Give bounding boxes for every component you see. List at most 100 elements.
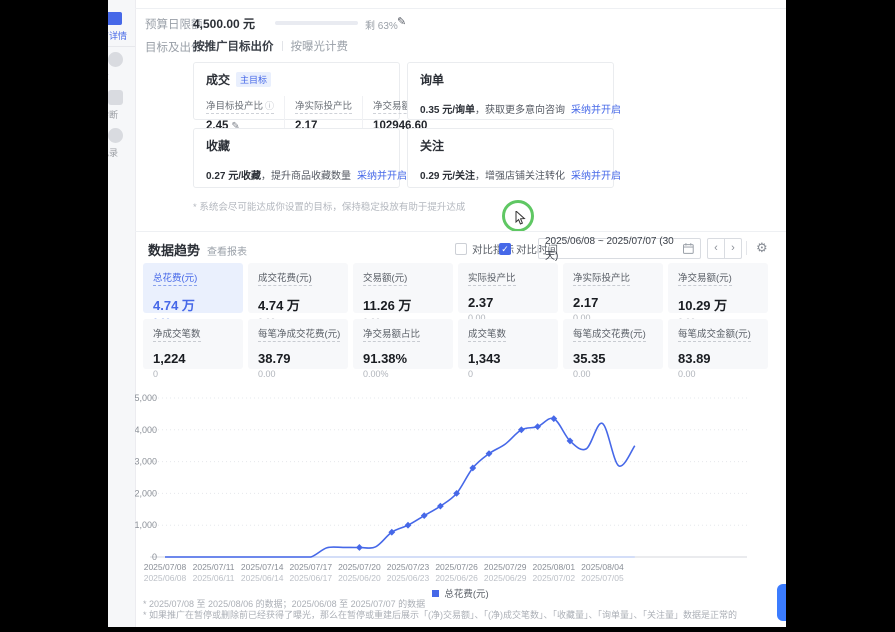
click-indicator xyxy=(502,200,534,232)
view-report-link[interactable]: 查看报表 xyxy=(207,243,247,258)
metric-card-label: 总花费(元) xyxy=(153,270,197,286)
adopt-enable-link[interactable]: 采纳并开启 xyxy=(571,105,621,116)
data-point-marker xyxy=(421,512,428,519)
metric-card-label: 交易额(元) xyxy=(363,270,407,286)
target-card-header: 成交主目标 xyxy=(206,71,387,89)
target-card-1[interactable]: 成交主目标净目标投产比ⓘ2.45✎净实际投产比2.17净交易额(元)102946… xyxy=(193,62,400,120)
metric-card-value: 38.79 xyxy=(258,351,338,366)
target-card-2[interactable]: 询单0.35 元/询单，获取更多意向咨询采纳并开启 xyxy=(407,62,614,120)
target-card-desc: 0.27 元/收藏，提升商品收藏数量采纳并开启 xyxy=(206,167,387,182)
target-card-title: 关注 xyxy=(420,137,444,154)
x-tick-label: 2025/07/17 xyxy=(290,562,333,572)
x-tick-label-secondary: 2025/06/29 xyxy=(484,573,527,583)
x-tick-label: 2025/07/26 xyxy=(435,562,478,572)
target-card-title: 询单 xyxy=(420,71,444,88)
metric-card-6[interactable]: 净交易额(元)10.29 万0.00 xyxy=(668,263,768,313)
y-tick-label: 3,000 xyxy=(135,457,157,467)
campaign-active-icon[interactable] xyxy=(108,12,122,25)
data-point-marker xyxy=(534,423,541,430)
data-point-marker xyxy=(405,522,412,529)
metric-card-7[interactable]: 净成交笔数1,2240 xyxy=(143,319,243,369)
x-tick-label: 2025/07/23 xyxy=(387,562,430,572)
diagnose-icon xyxy=(108,90,123,105)
prev-period-button[interactable]: ‹ xyxy=(707,238,725,259)
metric-card-label: 净实际投产比 xyxy=(573,270,630,286)
metric-card-compare-value: 0.00 xyxy=(678,369,758,379)
metric-card-10[interactable]: 成交笔数1,3430 xyxy=(458,319,558,369)
sidebar: 广详情 意诊断记录 xyxy=(108,0,136,627)
y-tick-label: 1,000 xyxy=(135,520,157,530)
metric-card-value: 2.37 xyxy=(468,295,548,310)
date-range-picker[interactable]: 2025/06/08 ~ 2025/07/07 (30天) xyxy=(538,238,701,259)
target-metrics: 净目标投产比ⓘ2.45✎净实际投产比2.17净交易额(元)102946.60 xyxy=(206,96,387,132)
trend-chart: 01,0002,0003,0004,0005,0002025/07/082025… xyxy=(135,388,786,588)
metric-card-3[interactable]: 交易额(元)11.26 万0.00 xyxy=(353,263,453,313)
adopt-enable-link[interactable]: 采纳并开启 xyxy=(571,171,621,182)
compare-time-checkbox[interactable]: ✓ xyxy=(499,243,511,255)
info-icon[interactable]: ⓘ xyxy=(265,101,274,111)
x-tick-label: 2025/07/29 xyxy=(484,562,527,572)
target-card-4[interactable]: 关注0.29 元/关注，增强店铺关注转化采纳并开启 xyxy=(407,128,614,188)
metric-card-label: 实际投产比 xyxy=(468,270,516,286)
x-tick-label-secondary: 2025/06/08 xyxy=(144,573,187,583)
floating-side-button[interactable] xyxy=(777,584,786,621)
adopt-enable-link[interactable]: 采纳并开启 xyxy=(357,171,407,182)
goal-option-1[interactable]: 按推广目标出价 xyxy=(193,38,274,54)
metric-card-4[interactable]: 实际投产比2.370.00 xyxy=(458,263,558,313)
x-tick-label-secondary: 2025/07/05 xyxy=(581,573,624,583)
metric-card-12[interactable]: 每笔成交金额(元)83.890.00 xyxy=(668,319,768,369)
target-card-price: 0.29 元/关注 xyxy=(420,171,475,182)
history-icon xyxy=(108,128,123,143)
metric-card-value: 11.26 万 xyxy=(363,295,443,314)
sidebar-item-3[interactable]: 记录 xyxy=(108,128,136,159)
metric-card-1[interactable]: 总花费(元)4.74 万0.00 xyxy=(143,263,243,313)
metric-card-5[interactable]: 净实际投产比2.170.00 xyxy=(563,263,663,313)
y-tick-label: 2,000 xyxy=(135,488,157,498)
sidebar-item-label: 记录 xyxy=(108,146,136,159)
x-tick-label: 2025/07/14 xyxy=(241,562,284,572)
metric-card-value: 91.38% xyxy=(363,351,443,366)
sidebar-item-1[interactable]: 意 xyxy=(108,52,136,83)
metric-card-label: 净交易额(元) xyxy=(678,270,732,286)
y-tick-label: 4,000 xyxy=(135,425,157,435)
metric-card-11[interactable]: 每笔成交花费(元)35.350.00 xyxy=(563,319,663,369)
sidebar-item-2[interactable]: 诊断 xyxy=(108,90,136,121)
calendar-icon xyxy=(683,243,694,254)
footnote-2: * 如果推广在暂停或删除前已经获得了曝光，那么在暂停或重建后展示「(净)交易额」… xyxy=(143,608,737,621)
x-tick-label: 2025/08/01 xyxy=(533,562,576,572)
metric-card-2[interactable]: 成交花费(元)4.74 万0.00 xyxy=(248,263,348,313)
metric-card-value: 83.89 xyxy=(678,351,758,366)
x-tick-label-secondary: 2025/06/26 xyxy=(435,573,478,583)
x-tick-label-secondary: 2025/06/11 xyxy=(193,573,235,583)
metric-card-9[interactable]: 净交易额占比91.38%0.00% xyxy=(353,319,453,369)
compare-metric-checkbox[interactable] xyxy=(455,243,467,255)
next-period-button[interactable]: › xyxy=(724,238,742,259)
settings-gear-icon[interactable]: ⚙ xyxy=(756,240,768,256)
budget-progress xyxy=(275,21,358,25)
metric-card-value: 4.74 万 xyxy=(153,295,233,314)
metric-card-8[interactable]: 每笔净成交花费(元)38.790.00 xyxy=(248,319,348,369)
goal-option-2[interactable]: 按曝光计费 xyxy=(291,38,349,54)
main-panel: 广详情 意诊断记录 预算日限额: 4,500.00 元 剩 63% ✎ 目标及出… xyxy=(108,0,786,627)
x-tick-label-secondary: 2025/06/20 xyxy=(338,573,381,583)
x-tick-label: 2025/07/20 xyxy=(338,562,381,572)
target-card-3[interactable]: 收藏 0.27 元/收藏，提升商品收藏数量采纳并开启 xyxy=(193,128,400,188)
metric-card-label: 净成交笔数 xyxy=(153,326,201,342)
metric-label: 净实际投产比 xyxy=(295,98,352,114)
sidebar-item-detail[interactable]: 广详情 xyxy=(108,29,136,42)
main-goal-badge: 主目标 xyxy=(236,72,271,87)
top-divider xyxy=(135,8,786,9)
metric-card-label: 每笔成交花费(元) xyxy=(573,326,646,342)
legend-swatch xyxy=(432,590,439,597)
metric-card-compare-value: 0.00 xyxy=(258,369,338,379)
metric-card-label: 每笔净成交花费(元) xyxy=(258,326,340,342)
y-tick-label: 5,000 xyxy=(135,393,157,403)
x-tick-label: 2025/07/11 xyxy=(193,562,235,572)
metric-card-label: 净交易额占比 xyxy=(363,326,420,342)
target-card-header: 收藏 xyxy=(206,137,387,155)
x-tick-label-secondary: 2025/06/17 xyxy=(290,573,333,583)
edit-budget-icon[interactable]: ✎ xyxy=(397,15,406,28)
metric-card-label: 成交笔数 xyxy=(468,326,506,342)
metric-card-value: 1,224 xyxy=(153,351,233,366)
metric-card-compare-value: 0.00% xyxy=(363,369,443,379)
